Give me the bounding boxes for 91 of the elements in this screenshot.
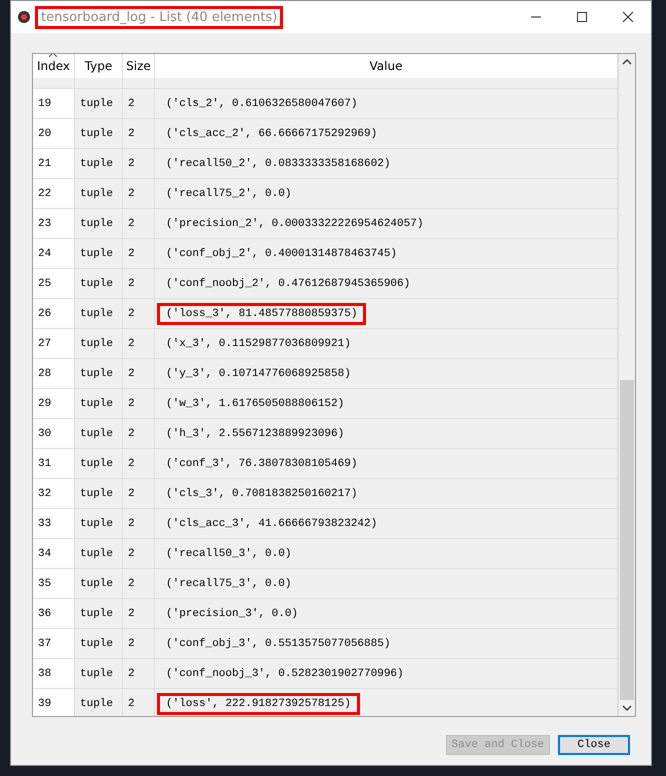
app-icon bbox=[17, 10, 31, 24]
table-cell: 37 bbox=[33, 629, 75, 658]
table-cell-text: ('w_3', 1.6176505088806152) bbox=[165, 396, 346, 412]
table-cell: tuple bbox=[75, 419, 123, 448]
table-cell: 33 bbox=[33, 509, 75, 538]
table-cell: 2 bbox=[123, 689, 155, 716]
table-cell: tuple bbox=[75, 209, 123, 238]
table-cell: tuple bbox=[75, 269, 123, 298]
table-cell-text: ('recall50_2', 0.0833333358168602) bbox=[165, 156, 392, 172]
table-cell: 28 bbox=[33, 359, 75, 388]
table-cell: 31 bbox=[33, 449, 75, 478]
table-cell: tuple bbox=[75, 389, 123, 418]
column-header[interactable]: Type bbox=[75, 54, 123, 78]
table-cell: 2 bbox=[123, 209, 155, 238]
table-cell: 2 bbox=[123, 179, 155, 208]
table-cell: 34 bbox=[33, 539, 75, 568]
table-cell-text: ('cls_acc_3', 41.66666793823242) bbox=[165, 516, 378, 532]
table-cell: ('loss', 222.91827392578125) bbox=[157, 692, 360, 714]
table-cell-text: ('y_3', 0.10714776068925858) bbox=[165, 366, 352, 382]
table-cell: 20 bbox=[33, 119, 75, 148]
table-cell: tuple bbox=[75, 479, 123, 508]
table-cell-text: ('conf_noobj_2', 0.47612687945365906) bbox=[165, 276, 412, 292]
table-cell: tuple bbox=[75, 659, 123, 688]
table-cell: 2 bbox=[123, 509, 155, 538]
table-cell: 2 bbox=[123, 449, 155, 478]
table-cell: tuple bbox=[75, 569, 123, 598]
table-cell: tuple bbox=[75, 329, 123, 358]
table-cell-text: ('conf_obj_2', 0.40001314878463745) bbox=[165, 246, 398, 262]
table-cell-text: ('precision_3', 0.0) bbox=[165, 606, 300, 622]
table-cell: 2 bbox=[123, 269, 155, 298]
table-cell-text: ('cls_3', 0.7081838250160217) bbox=[165, 486, 358, 502]
column-header[interactable]: Size bbox=[123, 54, 155, 78]
table-cell: 2 bbox=[123, 659, 155, 688]
table-cell-text: ('recall75_3', 0.0) bbox=[165, 576, 292, 592]
table-cell: 2 bbox=[123, 119, 155, 148]
table-cell-text: ('x_3', 0.11529877036809921) bbox=[165, 336, 352, 352]
table-cell: 32 bbox=[33, 479, 75, 508]
table-cell: 2 bbox=[123, 479, 155, 508]
table-cell: 22 bbox=[33, 179, 75, 208]
table-cell: 26 bbox=[33, 299, 75, 328]
table-cell: 2 bbox=[123, 329, 155, 358]
table-cell: 25 bbox=[33, 269, 75, 298]
table-cell-text: ('cls_2', 0.6106326580047607) bbox=[165, 96, 358, 112]
table-cell: 2 bbox=[123, 359, 155, 388]
table-cell: tuple bbox=[75, 119, 123, 148]
scrollbar-thumb[interactable] bbox=[620, 380, 634, 700]
table-cell: 39 bbox=[33, 689, 75, 716]
table-cell-text: ('recall75_2', 0.0) bbox=[165, 186, 292, 202]
table-cell: 23 bbox=[33, 209, 75, 238]
table-cell: 19 bbox=[33, 89, 75, 118]
table-cell: 2 bbox=[123, 149, 155, 178]
table-cell: 38 bbox=[33, 659, 75, 688]
table-cell: tuple bbox=[75, 149, 123, 178]
table-cell: tuple bbox=[75, 89, 123, 118]
table-cell: tuple bbox=[75, 449, 123, 478]
column-header[interactable]: Index bbox=[33, 54, 75, 78]
table-cell-text: ('conf_noobj_3', 0.5282301902770996) bbox=[165, 666, 405, 682]
table-cell-text: ('h_3', 2.5567123889923096) bbox=[165, 426, 346, 442]
table-cell: tuple bbox=[75, 689, 123, 716]
table-cell: tuple bbox=[75, 299, 123, 328]
table-cell: tuple bbox=[75, 359, 123, 388]
table-cell: 2 bbox=[123, 599, 155, 628]
table-cell: 30 bbox=[33, 419, 75, 448]
table-cell: tuple bbox=[75, 239, 123, 268]
table-cell: tuple bbox=[75, 509, 123, 538]
table-cell: 2 bbox=[123, 539, 155, 568]
window-title: tensorboard_log - List (40 elements) bbox=[35, 6, 284, 28]
table-cell: 36 bbox=[33, 599, 75, 628]
table-cell: ('loss_3', 81.48577880859375) bbox=[157, 302, 366, 324]
table-cell: 27 bbox=[33, 329, 75, 358]
table-cell: 29 bbox=[33, 389, 75, 418]
table-cell: tuple bbox=[75, 539, 123, 568]
table-cell: 2 bbox=[123, 629, 155, 658]
table-cell: 2 bbox=[123, 239, 155, 268]
table-cell: tuple bbox=[75, 179, 123, 208]
close-button[interactable]: Close bbox=[558, 735, 630, 755]
table-cell: tuple bbox=[75, 629, 123, 658]
table-cell: 2 bbox=[123, 299, 155, 328]
table-cell: 2 bbox=[123, 89, 155, 118]
table-cell: 24 bbox=[33, 239, 75, 268]
table-cell: 35 bbox=[33, 569, 75, 598]
table-cell: 2 bbox=[123, 419, 155, 448]
table-cell: 21 bbox=[33, 149, 75, 178]
table-cell: tuple bbox=[75, 599, 123, 628]
table-cell-text: ('conf_3', 76.38078308105469) bbox=[165, 456, 358, 472]
table-cell: 2 bbox=[123, 569, 155, 598]
table-cell-text: ('precision_2', 0.00033322226954624057) bbox=[165, 216, 424, 232]
table-cell-text: ('recall50_3', 0.0) bbox=[165, 546, 292, 562]
table-cell-text: ('cls_acc_2', 66.66667175292969) bbox=[165, 126, 378, 142]
table-cell-text: ('conf_obj_3', 0.5513575077056885) bbox=[165, 636, 392, 652]
table-cell: 2 bbox=[123, 389, 155, 418]
